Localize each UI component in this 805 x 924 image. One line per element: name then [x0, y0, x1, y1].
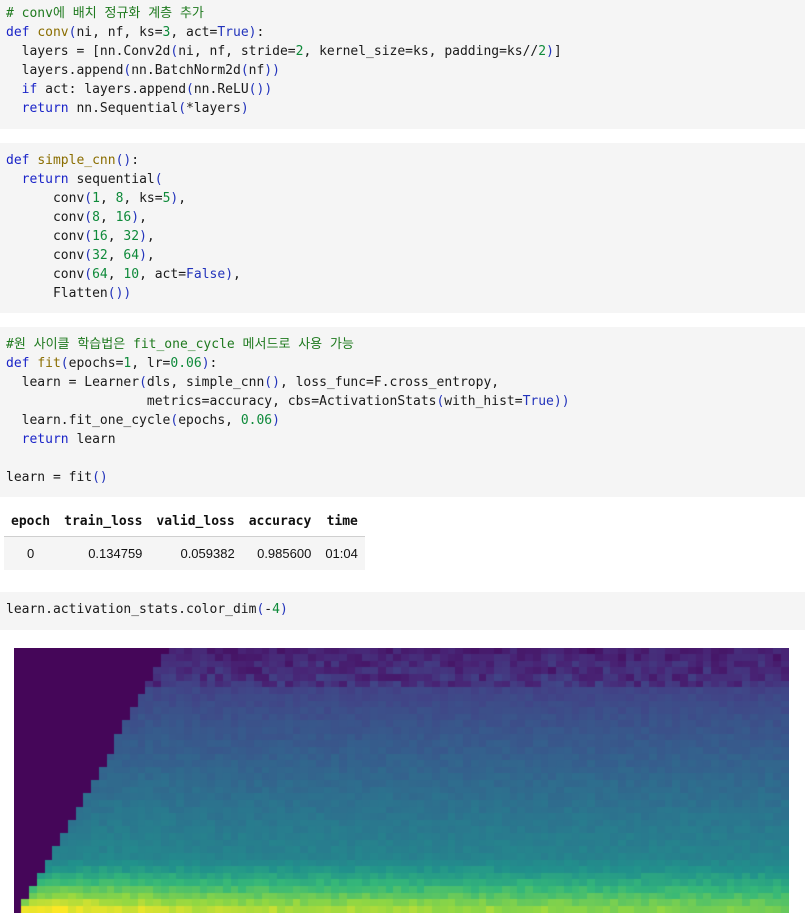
column-header: accuracy — [241, 506, 319, 537]
table-cell: 01:04 — [318, 536, 365, 570]
code-cell-2-source: def simple_cnn(): return sequential( con… — [6, 153, 241, 301]
table-cell: 0.134759 — [57, 536, 150, 570]
table-row: 0 0.134759 0.059382 0.985600 01:04 — [4, 536, 365, 570]
table-cell: 0.059382 — [149, 536, 242, 570]
activation-color-dim-heatmap — [14, 648, 789, 913]
column-header: train_loss — [57, 506, 150, 537]
code-cell-1-source: # conv에 배치 정규화 계층 추가 def conv(ni, nf, ks… — [6, 6, 562, 116]
table-cell: 0 — [4, 536, 58, 570]
column-header: epoch — [4, 506, 58, 537]
code-cell-4-source: learn.activation_stats.color_dim(-4) — [6, 602, 288, 617]
table-header-row: epoch train_loss valid_loss accuracy tim… — [4, 506, 365, 537]
column-header: time — [318, 506, 365, 537]
code-cell-3-source: #원 사이클 학습법은 fit_one_cycle 메서드로 사용 가능 def… — [6, 337, 570, 485]
column-header: valid_loss — [149, 506, 242, 537]
table-cell: 0.985600 — [241, 536, 319, 570]
training-results-table: epoch train_loss valid_loss accuracy tim… — [4, 506, 365, 570]
